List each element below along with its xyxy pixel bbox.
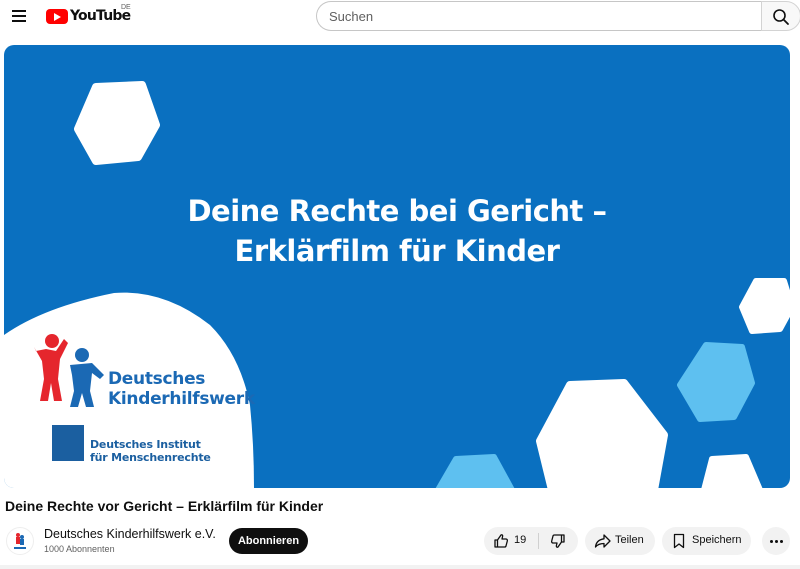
top-bar: YouTube DE (0, 0, 800, 32)
thumbnail-title-line1: Deine Rechte bei Gericht – (187, 194, 607, 228)
search-icon (773, 9, 789, 25)
thumbs-up-icon (494, 534, 509, 548)
thumbnail-title: Deine Rechte bei Gericht – Erklärfilm fü… (4, 191, 790, 271)
share-label: Teilen (615, 534, 644, 546)
share-button[interactable]: Teilen (585, 527, 655, 555)
more-actions-button[interactable] (762, 527, 790, 555)
like-dislike-group: 19 (484, 527, 578, 555)
channel-avatar[interactable] (6, 527, 34, 555)
org1-line1: Deutsches (108, 369, 206, 389)
dislike-button[interactable] (539, 527, 578, 555)
institut-logo-mark (52, 425, 84, 461)
share-arrow-icon (594, 534, 611, 548)
search-input[interactable] (316, 1, 761, 31)
org2-line1: Deutsches Institut (90, 438, 201, 451)
subscriber-count: 1000 Abonnenten (44, 544, 115, 554)
kinderhilfswerk-wordmark: Deutsches Kinderhilfswerk (108, 369, 255, 409)
more-dot (780, 540, 783, 543)
bookmark-icon (673, 533, 685, 549)
search-box (316, 1, 800, 31)
channel-name[interactable]: Deutsches Kinderhilfswerk e.V. (44, 527, 216, 541)
hamburger-menu-icon[interactable] (8, 4, 32, 28)
more-horizontal-icon (770, 540, 773, 543)
country-code: DE (121, 4, 131, 11)
institut-wordmark: Deutsches Institut für Menschenrechte (90, 438, 211, 464)
thumbnail-title-line2: Erklärfilm für Kinder (234, 234, 560, 268)
channel-avatar-icon (14, 533, 26, 549)
like-count: 19 (514, 534, 527, 546)
search-button[interactable] (761, 1, 800, 31)
like-button[interactable]: 19 (484, 527, 538, 555)
save-label: Speichern (692, 534, 742, 546)
org1-line2: Kinderhilfswerk (108, 389, 255, 409)
youtube-play-icon (46, 8, 68, 24)
youtube-logo[interactable]: YouTube (46, 5, 131, 27)
description-box-edge (0, 565, 800, 569)
org2-line2: für Menschenrechte (90, 451, 211, 464)
subscribe-button[interactable]: Abonnieren (229, 528, 308, 554)
save-button[interactable]: Speichern (662, 527, 751, 555)
video-player[interactable]: Deine Rechte bei Gericht – Erklärfilm fü… (4, 45, 790, 488)
video-title: Deine Rechte vor Gericht – Erklärfilm fü… (5, 498, 324, 514)
thumbs-down-icon (550, 534, 565, 548)
more-dot (775, 540, 778, 543)
